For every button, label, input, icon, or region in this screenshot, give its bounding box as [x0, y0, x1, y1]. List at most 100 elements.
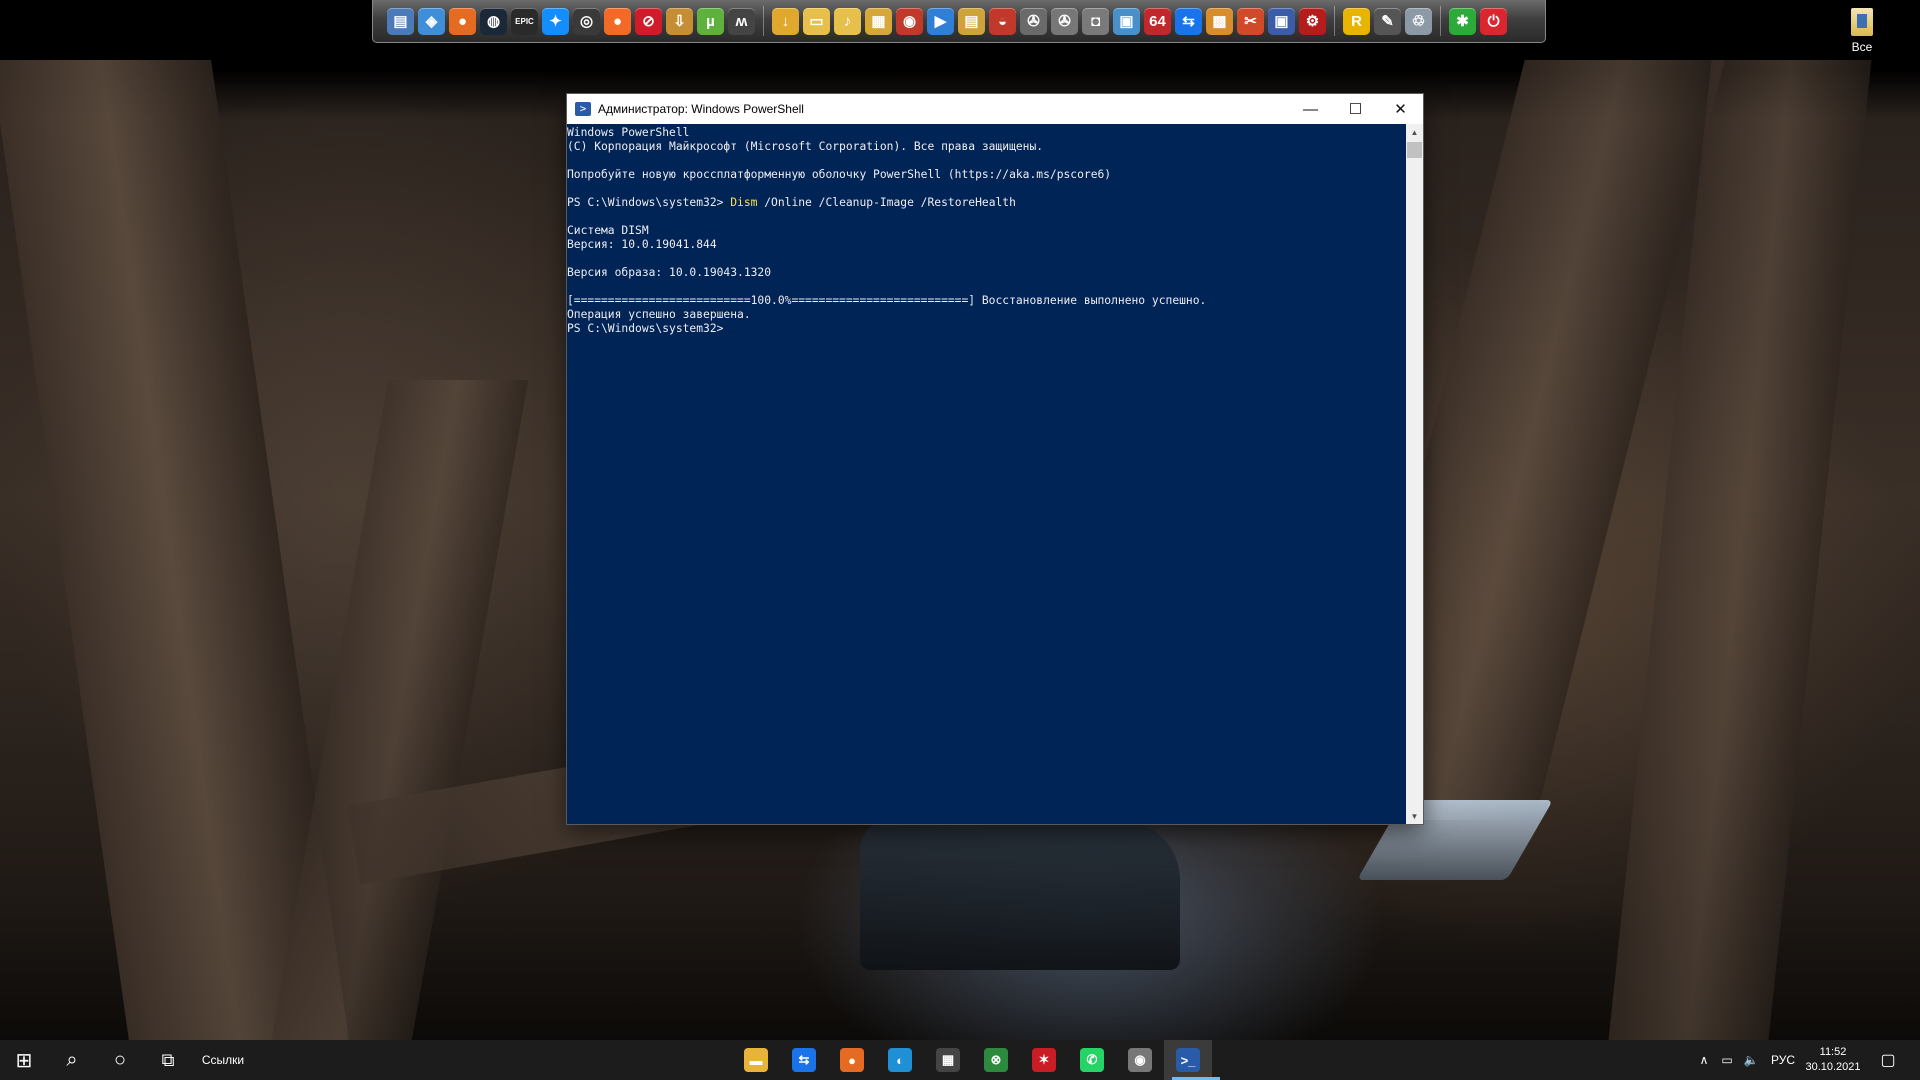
console-output[interactable]: Windows PowerShell (C) Корпорация Майкрос… — [567, 124, 1406, 826]
eye-icon[interactable]: ◉ — [896, 7, 923, 35]
taskbar-app-button[interactable]: ● — [828, 1040, 876, 1080]
search-button[interactable]: ⌕ — [48, 1040, 96, 1080]
documents-icon[interactable]: ▭ — [803, 7, 830, 35]
console-line: PS C:\Windows\system32> Dism /Online /Cl… — [567, 196, 1406, 210]
controller-icon[interactable]: ◒ — [989, 7, 1016, 35]
minimize-button[interactable]: — — [1288, 94, 1333, 124]
green-power-icon[interactable]: ✱ — [1449, 7, 1476, 35]
tools-icon[interactable]: ✂ — [1237, 7, 1264, 35]
close-button[interactable]: ✕ — [1378, 94, 1423, 124]
scroll-up-arrow-icon[interactable]: ▲ — [1406, 124, 1423, 140]
cortana-button[interactable]: ○ — [96, 1040, 144, 1080]
opera-icon[interactable]: ⊘ — [635, 7, 662, 35]
powershell-icon: >_ — [1176, 1048, 1200, 1072]
console-line: Версия образа: 10.0.19043.1320 — [567, 266, 772, 279]
package-icon[interactable]: ▩ — [1206, 7, 1233, 35]
console-line: Попробуйте новую кроссплатформенную обол… — [567, 168, 1112, 181]
play-icon[interactable]: ▶ — [927, 7, 954, 35]
clock-date: 30.10.2021 — [1805, 1061, 1861, 1073]
clock-time: 11:52 — [1819, 1046, 1847, 1058]
rockstar-icon[interactable]: R — [1343, 7, 1370, 35]
tray-chevron-icon[interactable]: ∧ — [1693, 1040, 1715, 1080]
notification-center-icon[interactable]: ▢ — [1864, 1040, 1912, 1080]
gear-red-icon[interactable]: ⚙ — [1299, 7, 1326, 35]
aida64-icon[interactable]: 64 — [1144, 7, 1171, 35]
powershell-icon: > — [575, 102, 591, 116]
wallpaper-beam — [0, 60, 349, 1040]
taskbar-app-button[interactable]: ▦ — [924, 1040, 972, 1080]
steam-icon[interactable]: ◍ — [480, 7, 507, 35]
save-icon[interactable]: ▣ — [1268, 7, 1295, 35]
teamviewer-icon[interactable]: ⇆ — [1175, 7, 1202, 35]
window-titlebar[interactable]: > Администратор: Windows PowerShell — ☐ … — [567, 94, 1423, 124]
computer-icon[interactable]: ▤ — [387, 7, 414, 35]
taskbar-app-button[interactable]: ▬ — [732, 1040, 780, 1080]
xbox-icon: ⊗ — [984, 1048, 1008, 1072]
taskbar-app-button[interactable]: >_ — [1164, 1040, 1212, 1080]
wallpaper-car — [860, 820, 1180, 970]
start-button[interactable]: ⊞ — [0, 1040, 48, 1080]
file-explorer-icon: ▬ — [744, 1048, 768, 1072]
taskbar-app-button[interactable]: ⇆ — [780, 1040, 828, 1080]
taskbar-app-button[interactable]: ✶ — [1020, 1040, 1068, 1080]
firefox-icon[interactable]: ● — [449, 7, 476, 35]
uplay-icon[interactable]: ◎ — [573, 7, 600, 35]
origin-icon[interactable]: ● — [604, 7, 631, 35]
notes-icon[interactable]: ▤ — [958, 7, 985, 35]
pictures-icon[interactable]: ▦ — [865, 7, 892, 35]
network-icon[interactable]: ◈ — [418, 7, 445, 35]
desktop-shortcut-label: Все — [1851, 40, 1873, 54]
console-line: PS C:\Windows\system32> — [567, 322, 724, 335]
downloads-icon[interactable]: ⇩ — [666, 7, 693, 35]
clock[interactable]: 11:52 30.10.2021 — [1802, 1040, 1864, 1080]
taskbar-app-button[interactable]: ✆ — [1068, 1040, 1116, 1080]
console-line: [==========================100.0%=======… — [567, 294, 1207, 307]
network-icon[interactable]: ▭ — [1716, 1040, 1738, 1080]
utorrent-icon[interactable]: µ — [697, 7, 724, 35]
power-icon[interactable]: ⏻ — [1480, 7, 1507, 35]
webcam-icon: ◉ — [1128, 1048, 1152, 1072]
top-dock: ▤ ◈ ● ◍ EPIC ✦ ◎ ● ⊘ ⇩ µ ʍ ↓ ▭ ♪ ▦ ◉ ▶ ▤ ◒ ✇ ✇ ◘ ▣ 64 ⇆ ▩ ✂ ▣ ⚙ R ✎ ♲ ✱ ⏻ — [372, 0, 1546, 43]
teamviewer-icon: ⇆ — [792, 1048, 816, 1072]
monitor-icon[interactable]: ▣ — [1113, 7, 1140, 35]
taskbar-app-button[interactable]: ◐ — [876, 1040, 924, 1080]
palm-icon: ✶ — [1032, 1048, 1056, 1072]
scrollbar-thumb[interactable] — [1407, 142, 1422, 158]
powershell-window[interactable]: > Администратор: Windows PowerShell — ☐ … — [567, 94, 1423, 824]
dock-separator — [763, 6, 764, 36]
console-line: Cистема DISM — [567, 224, 649, 237]
folder-music-icon[interactable]: ♪ — [834, 7, 861, 35]
links-toolbar[interactable]: Ссылки — [196, 1040, 250, 1080]
epic-games-icon[interactable]: EPIC — [511, 7, 538, 35]
recycle-bin-icon[interactable]: ♲ — [1405, 7, 1432, 35]
window-title: Администратор: Windows PowerShell — [598, 102, 804, 116]
scroll-down-arrow-icon[interactable]: ▼ — [1406, 808, 1423, 824]
language-indicator[interactable]: РУС — [1764, 1040, 1802, 1080]
maximize-button[interactable]: ☐ — [1333, 94, 1378, 124]
edge-icon: ◐ — [888, 1048, 912, 1072]
desktop-shortcut-all[interactable]: Все — [1844, 8, 1880, 54]
volume-icon[interactable]: 🔈 — [1740, 1040, 1762, 1080]
taskbar: ⊞ ⌕ ○ ⧉ Ссылки ∧ ▭ 🔈 РУС 11:52 30.10.202… — [0, 1040, 1920, 1080]
task-view-button[interactable]: ⧉ — [144, 1040, 192, 1080]
reel-icon[interactable]: ✇ — [1020, 7, 1047, 35]
dock-separator — [1334, 6, 1335, 36]
vertical-scrollbar[interactable]: ▲ ▼ — [1406, 124, 1423, 824]
console-arguments: /Online /Cleanup-Image /RestoreHealth — [757, 196, 1016, 209]
dock-separator — [1440, 6, 1441, 36]
taskbar-app-button[interactable]: ⊗ — [972, 1040, 1020, 1080]
brush-icon[interactable]: ✎ — [1374, 7, 1401, 35]
mu-icon[interactable]: ʍ — [728, 7, 755, 35]
camera-icon[interactable]: ◘ — [1082, 7, 1109, 35]
console-line: Операция успешно завершена. — [567, 308, 751, 321]
whatsapp-icon: ✆ — [1080, 1048, 1104, 1072]
taskbar-app-button[interactable]: ◉ — [1116, 1040, 1164, 1080]
console-command: Dism — [730, 196, 758, 209]
battlenet-icon[interactable]: ✦ — [542, 7, 569, 35]
folder-download-icon[interactable]: ↓ — [772, 7, 799, 35]
film-icon[interactable]: ✇ — [1051, 7, 1078, 35]
console-prompt: PS C:\Windows\system32> — [567, 196, 731, 209]
